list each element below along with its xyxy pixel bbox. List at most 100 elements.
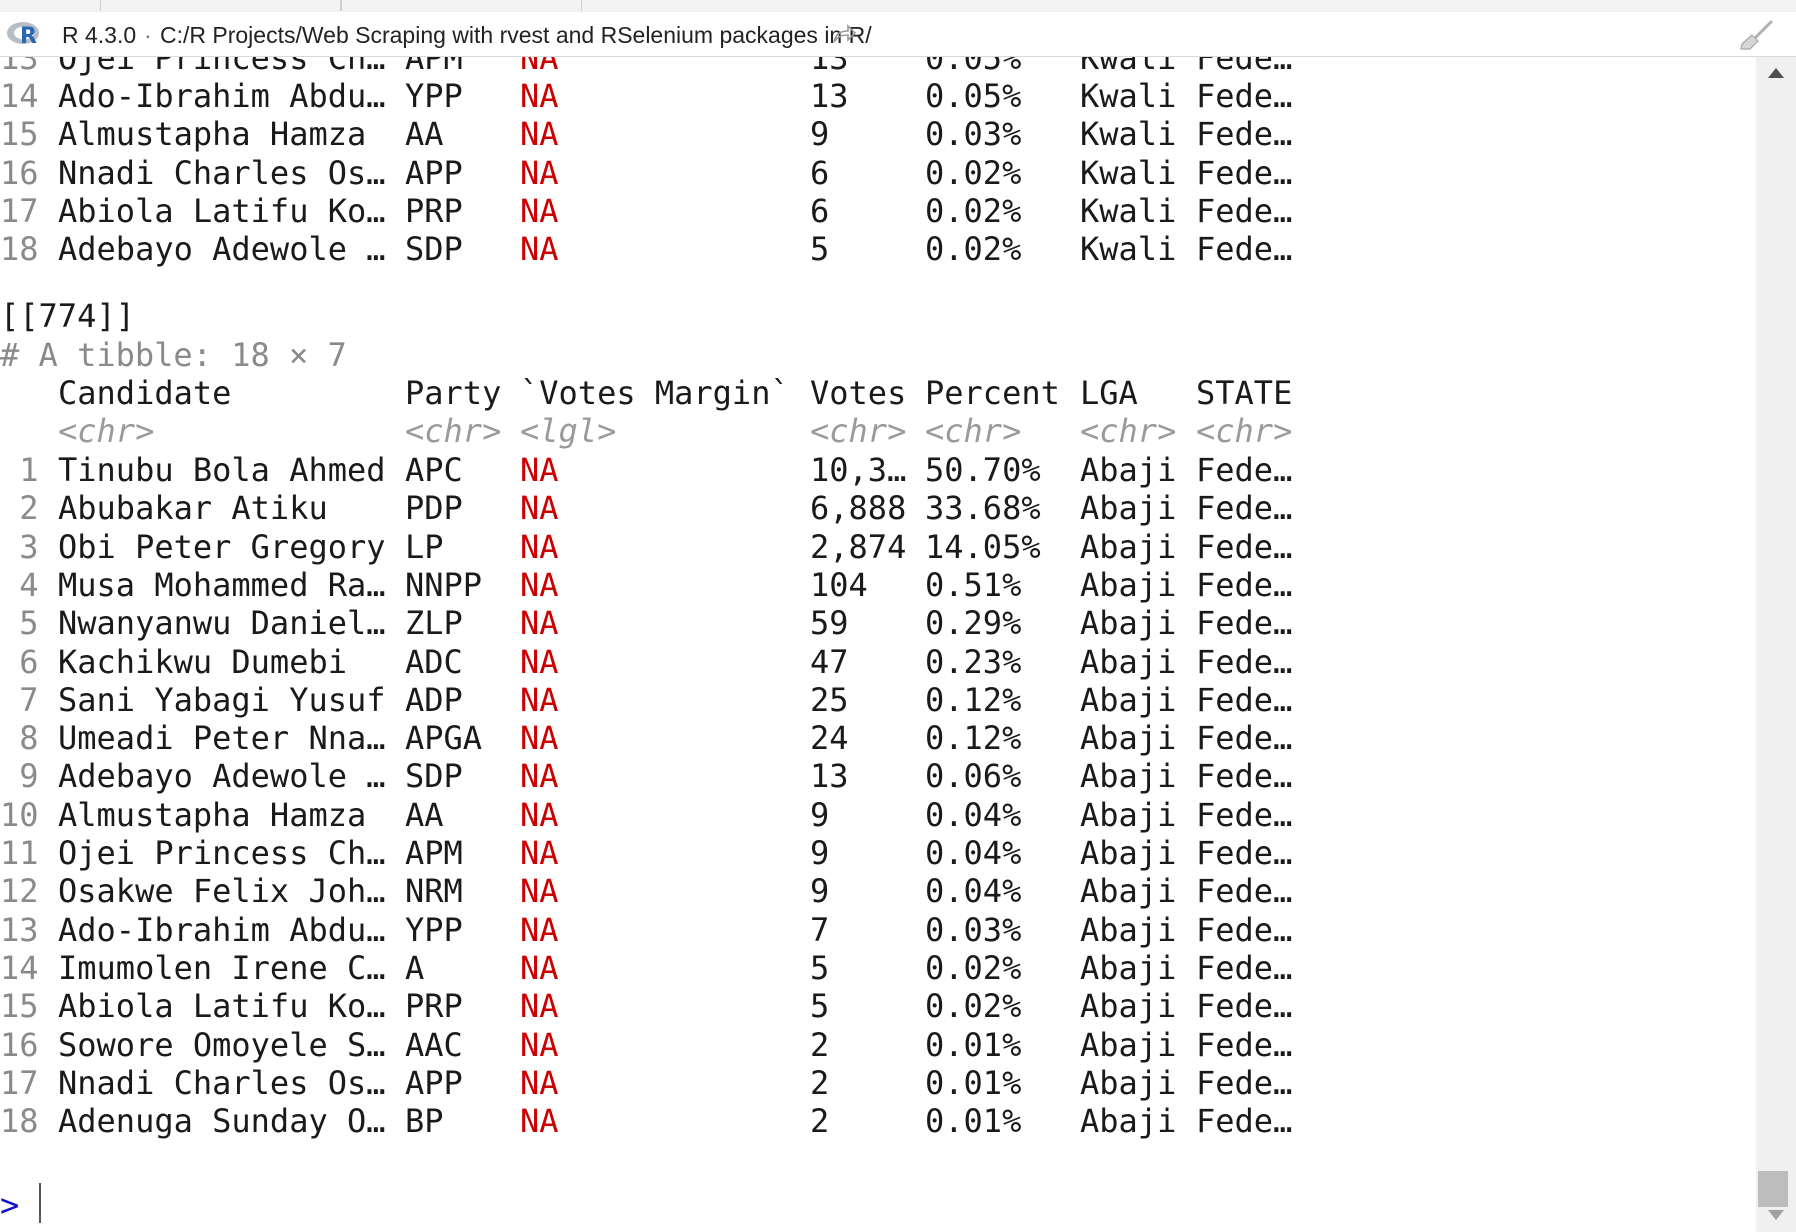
row-number: 15 — [0, 115, 39, 154]
cell-votes-margin: NA — [520, 77, 559, 115]
cell-candidate: Ojei Princess Ch… — [58, 57, 386, 77]
row-number: 1 — [0, 451, 39, 489]
cell-state: Fede… — [1196, 77, 1293, 115]
cell-state: Fede… — [1196, 987, 1293, 1026]
cell-party: APP — [405, 1063, 463, 1102]
cell-state: Fede… — [1196, 719, 1293, 758]
type-votes-margin: <lgl> — [520, 412, 617, 450]
cell-party: APM — [405, 57, 463, 77]
type-votes: <chr> — [810, 412, 907, 450]
cell-percent: 0.02% — [925, 987, 1022, 1026]
cell-percent: 0.51% — [925, 565, 1022, 604]
cell-state: Fede… — [1196, 910, 1293, 949]
row-number: 18 — [0, 230, 39, 269]
cell-state: Fede… — [1196, 565, 1293, 604]
cell-votes-margin: NA — [520, 872, 559, 911]
scrollbar-thumb[interactable] — [1758, 1171, 1788, 1207]
cell-votes: 5 — [810, 948, 830, 987]
pane-tab[interactable] — [340, 0, 582, 11]
cell-state: Fede… — [1196, 604, 1293, 643]
cell-votes: 9 — [810, 834, 830, 872]
table-header-row: Candidate Party `Votes Margin` Votes Per… — [0, 374, 1292, 412]
cell-votes: 5 — [810, 987, 830, 1026]
cell-lga: Abaji — [1080, 642, 1177, 681]
cell-party: LP — [405, 527, 444, 566]
cell-lga: Abaji — [1080, 872, 1177, 911]
cell-lga: Abaji — [1080, 1102, 1177, 1141]
cell-candidate: Obi Peter Gregory — [58, 527, 386, 566]
cell-state: Fede… — [1196, 527, 1293, 566]
scroll-up-arrow-icon[interactable] — [1766, 65, 1786, 81]
cell-percent: 0.04% — [925, 795, 1022, 834]
cell-candidate: Abiola Latifu Ko… — [58, 987, 386, 1026]
console-output[interactable]: 13 Ojei Princess Ch… APM NA 13 0.05% Kwa… — [0, 57, 1756, 1232]
svg-text:R: R — [20, 24, 37, 48]
row-number: 7 — [0, 680, 39, 719]
clear-console-broom-icon[interactable] — [1738, 19, 1774, 51]
cell-percent: 0.01% — [925, 1063, 1022, 1102]
cell-party: AA — [405, 115, 444, 154]
cell-votes-margin: NA — [520, 1063, 559, 1102]
header-votes: Votes — [810, 374, 907, 412]
cell-percent: 0.29% — [925, 604, 1022, 643]
cell-candidate: Nwanyanwu Daniel… — [58, 604, 386, 643]
row-number: 12 — [0, 872, 39, 911]
cell-votes-margin: NA — [520, 489, 559, 528]
cell-lga: Abaji — [1080, 1063, 1177, 1102]
cell-votes: 2 — [810, 1025, 830, 1064]
cell-percent: 0.04% — [925, 872, 1022, 911]
row-number: 15 — [0, 987, 39, 1026]
cell-state: Fede… — [1196, 872, 1293, 911]
cell-lga: Abaji — [1080, 719, 1177, 758]
cell-lga: Abaji — [1080, 757, 1177, 796]
cell-percent: 14.05% — [925, 527, 1041, 566]
cell-votes-margin: NA — [520, 910, 559, 949]
header-state: STATE — [1196, 374, 1293, 412]
row-number: 6 — [0, 642, 39, 681]
cell-state: Fede… — [1196, 1025, 1293, 1064]
cell-party: SDP — [405, 757, 463, 796]
cell-state: Fede… — [1196, 680, 1293, 719]
row-number: 17 — [0, 191, 39, 230]
cell-lga: Abaji — [1080, 987, 1177, 1026]
vertical-scrollbar[interactable] — [1756, 57, 1796, 1232]
cell-lga: Kwali — [1080, 115, 1177, 154]
cell-candidate: Imumolen Irene C… — [58, 948, 386, 987]
type-state: <chr> — [1196, 412, 1293, 450]
cell-votes-margin: NA — [520, 230, 559, 269]
scroll-down-arrow-icon[interactable] — [1766, 1207, 1786, 1223]
cell-votes-margin: NA — [520, 604, 559, 643]
header-lga: LGA — [1080, 374, 1138, 412]
cell-votes: 25 — [810, 680, 849, 719]
cell-votes-margin: NA — [520, 451, 559, 489]
row-number: 3 — [0, 527, 39, 566]
cell-percent: 0.04% — [925, 834, 1022, 872]
cell-party: APC — [405, 451, 463, 489]
cell-votes: 2 — [810, 1063, 830, 1102]
working-directory-path[interactable]: C:/R Projects/Web Scraping with rvest an… — [160, 22, 872, 49]
cell-party: YPP — [405, 77, 463, 115]
cell-state: Fede… — [1196, 757, 1293, 796]
cell-party: APP — [405, 153, 463, 192]
row-number: 8 — [0, 719, 39, 758]
r-version-label: R 4.3.0 — [62, 22, 137, 48]
cell-state: Fede… — [1196, 230, 1293, 269]
cell-percent: 0.06% — [925, 757, 1022, 796]
cell-candidate: Adebayo Adewole … — [58, 757, 386, 796]
table-type-row: <chr> <chr> <lgl> <chr> <chr> <chr> <chr… — [0, 412, 1292, 450]
cell-votes: 10,3… — [810, 451, 907, 489]
cell-votes-margin: NA — [520, 565, 559, 604]
cell-votes: 6 — [810, 191, 830, 230]
go-to-directory-icon[interactable] — [832, 24, 856, 44]
cell-percent: 0.01% — [925, 1025, 1022, 1064]
cell-state: Fede… — [1196, 1102, 1293, 1141]
cell-state: Fede… — [1196, 834, 1293, 872]
row-number: 13 — [0, 910, 39, 949]
cell-lga: Kwali — [1080, 153, 1177, 192]
row-number: 10 — [0, 795, 39, 834]
cell-lga: Abaji — [1080, 948, 1177, 987]
console-prompt[interactable]: > — [0, 1186, 19, 1224]
cell-votes: 13 — [810, 77, 849, 115]
cell-votes: 6,888 — [810, 489, 907, 528]
pane-tab[interactable] — [100, 0, 342, 11]
